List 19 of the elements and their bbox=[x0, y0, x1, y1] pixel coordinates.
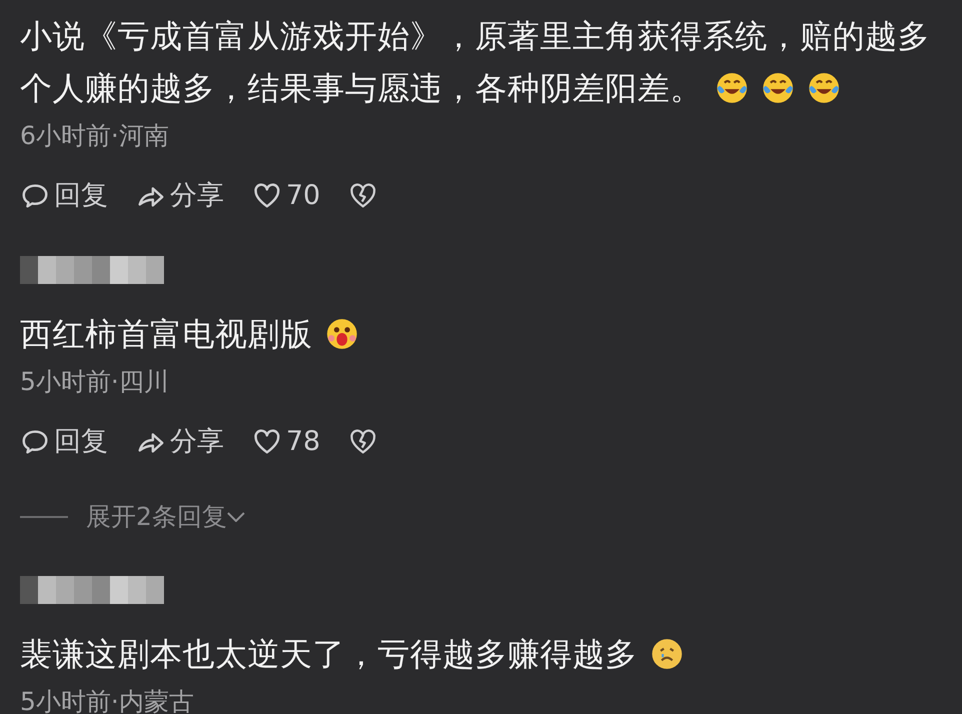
laughing-crying-face-icon bbox=[806, 71, 840, 105]
chevron-down-icon bbox=[226, 512, 245, 522]
expand-replies-link[interactable]: 展开2条回复 bbox=[86, 498, 245, 536]
comment-text: 西红柿首富电视剧版 bbox=[20, 308, 358, 360]
shocked-face-icon bbox=[324, 317, 358, 351]
laughing-crying-face-icon bbox=[760, 71, 794, 105]
like-button[interactable]: 70 bbox=[252, 176, 320, 216]
sad-face-icon bbox=[650, 636, 684, 670]
comment-text: 裴谦这剧本也太逆天了，亏得越多赚得越多 bbox=[20, 628, 684, 680]
share-button[interactable]: 分享 bbox=[136, 176, 224, 216]
comment-meta: 6小时前·河南 bbox=[20, 120, 169, 152]
comment-meta: 5小时前·四川 bbox=[20, 366, 169, 398]
comment-text: 小说《亏成首富从游戏开始》，原著里主角获得系统，赔的越多个人赚的越多，结果事与愿违，各种阴差阳差。 bbox=[20, 16, 931, 109]
share-button[interactable]: 分享 bbox=[136, 422, 224, 462]
reply-button[interactable]: 回复 bbox=[20, 422, 108, 462]
laughing-crying-face-icon bbox=[714, 71, 748, 105]
like-button[interactable]: 78 bbox=[252, 422, 320, 462]
reply-button[interactable]: 回复 bbox=[20, 176, 108, 216]
comment-meta: 5小时前·内蒙古 bbox=[20, 686, 194, 714]
